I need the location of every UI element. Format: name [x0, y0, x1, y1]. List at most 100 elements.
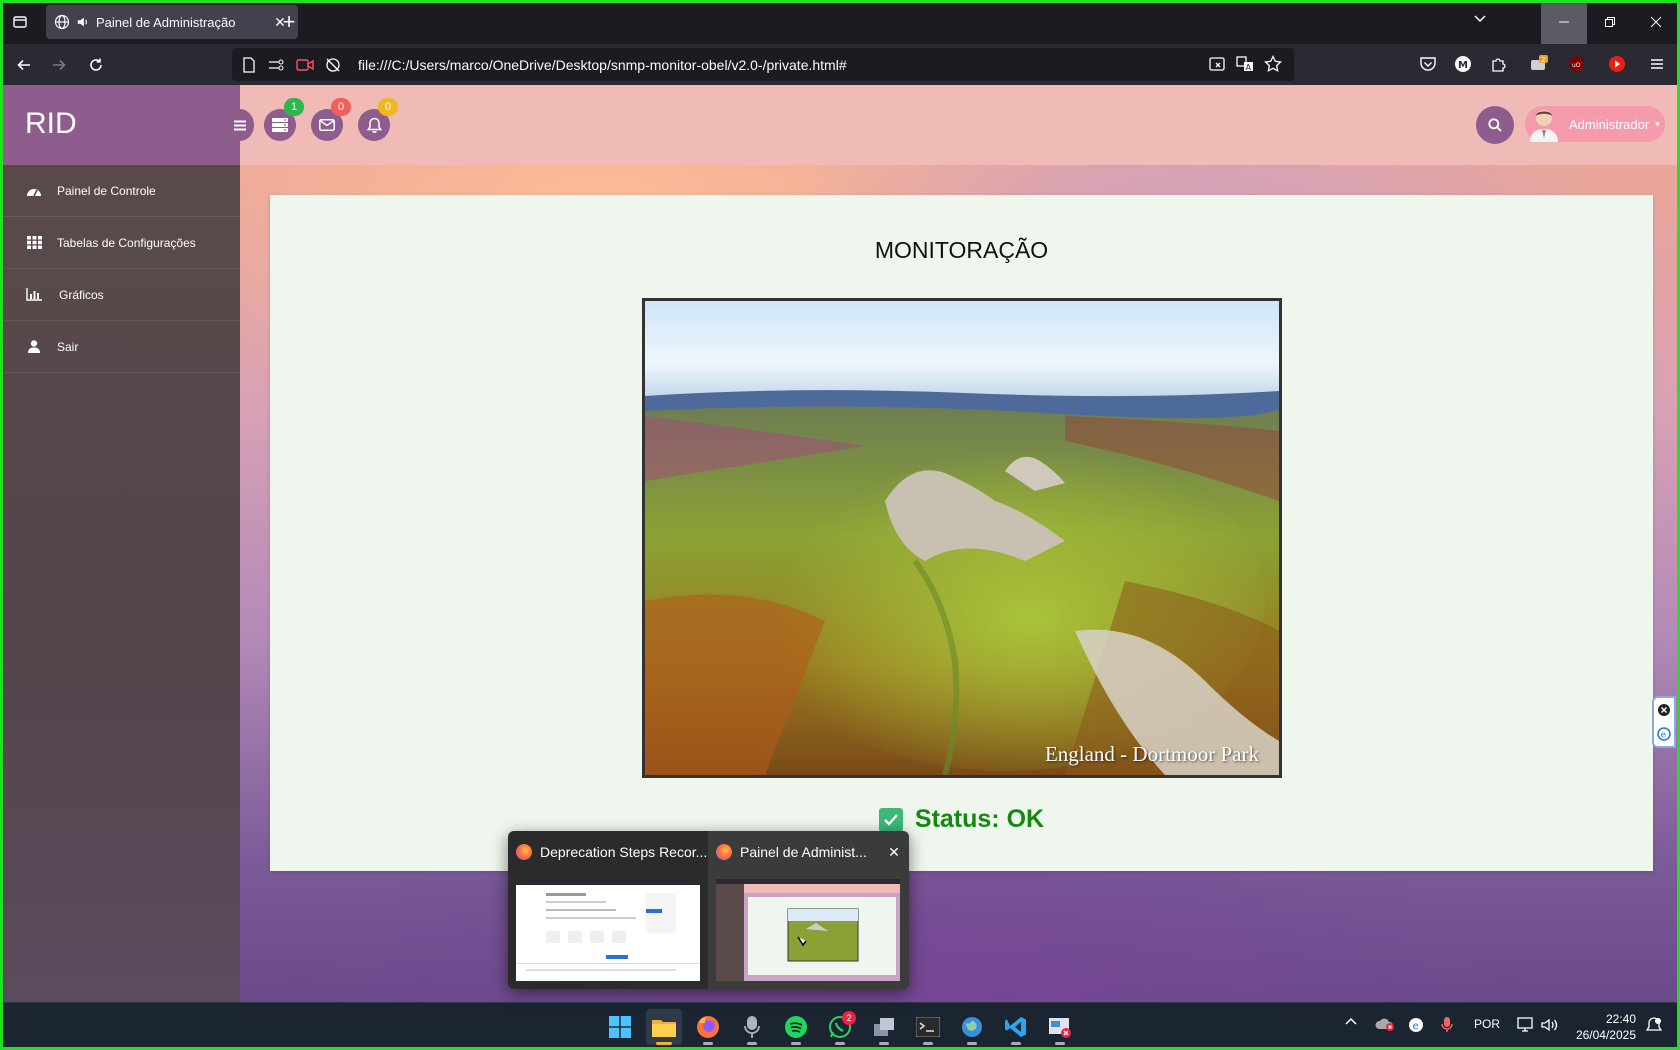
reader-view-icon[interactable]	[1208, 55, 1226, 76]
landscape-image	[645, 301, 1279, 775]
terminal-icon	[916, 1017, 940, 1037]
taskbar-remote-app[interactable]	[1042, 1009, 1078, 1045]
back-button[interactable]	[10, 51, 38, 79]
browser-tab-bar: Painel de Administração ✕ +	[0, 0, 1680, 44]
tasks-button[interactable]: 1	[264, 98, 304, 141]
translate-icon[interactable]: A	[1236, 55, 1254, 76]
user-menu[interactable]: Administrador ▾	[1525, 106, 1665, 142]
tray-language[interactable]: POR	[1474, 1017, 1500, 1031]
new-tab-button[interactable]: +	[278, 8, 300, 36]
restore-button[interactable]	[1587, 0, 1633, 44]
camera-sharing-icon[interactable]	[296, 56, 314, 74]
sidebar: RID Painel de Controle Tabelas de Config…	[3, 85, 240, 1002]
start-button[interactable]	[602, 1009, 638, 1045]
close-icon	[1650, 16, 1662, 28]
taskbar-vscode[interactable]	[998, 1009, 1034, 1045]
brand-logo[interactable]: RID	[3, 85, 240, 165]
sidebar-item-graficos[interactable]: Gráficos	[3, 269, 240, 321]
menu-toggle-button[interactable]	[226, 109, 254, 141]
svg-text:M: M	[1458, 60, 1468, 71]
messages-button[interactable]: 0	[311, 98, 351, 141]
sidebar-item-tabelas[interactable]: Tabelas de Configurações	[3, 217, 240, 269]
thumbnail-window-2[interactable]: Painel de Administ... ✕	[708, 831, 909, 989]
skype-icon: e	[1409, 1018, 1423, 1032]
status-indicator: Status: OK	[270, 805, 1653, 834]
minimize-icon	[1559, 21, 1569, 23]
grid-icon	[25, 235, 43, 251]
close-window-button[interactable]	[1633, 0, 1679, 44]
arrow-left-icon	[17, 59, 30, 71]
chevron-up-icon	[1345, 1017, 1357, 1025]
tray-microphone[interactable]	[1441, 1017, 1453, 1033]
browser-tab-active[interactable]: Painel de Administração ✕	[46, 5, 298, 39]
whatsapp-badge: 2	[842, 1011, 856, 1025]
tray-overflow-chevron[interactable]	[1345, 1017, 1357, 1025]
taskbar-terminal[interactable]	[910, 1009, 946, 1045]
tray-notifications[interactable]	[1646, 1017, 1662, 1035]
tray-network[interactable]	[1517, 1017, 1535, 1033]
reload-button[interactable]	[82, 51, 110, 79]
notifications-button[interactable]: 0	[358, 98, 398, 141]
forward-button[interactable]	[45, 51, 73, 79]
taskbar-whatsapp[interactable]: 2	[822, 1009, 858, 1045]
browser-nav-bar: file:///C:/Users/marco/OneDrive/Desktop/…	[0, 44, 1680, 85]
sidebar-item-label: Sair	[57, 339, 79, 354]
thumbnail-window-1[interactable]: Deprecation Steps Recor...	[508, 831, 708, 989]
windows-taskbar: 2 e POR 22:40 26/04/2025	[0, 1002, 1680, 1050]
microphone-icon	[1441, 1017, 1453, 1032]
firefox-icon	[516, 844, 532, 860]
chevron-down-icon[interactable]	[1472, 10, 1488, 26]
extensions-puzzle-icon[interactable]	[1489, 54, 1509, 74]
minimize-button[interactable]	[1541, 0, 1587, 44]
permissions-icon[interactable]	[268, 56, 286, 74]
tray-onedrive[interactable]	[1375, 1017, 1395, 1031]
search-button[interactable]	[1476, 106, 1514, 144]
taskbar-microphone-app[interactable]	[734, 1009, 770, 1045]
sidebar-menu: Painel de Controle Tabelas de Configuraç…	[3, 165, 240, 373]
tray-skype[interactable]: e	[1408, 1017, 1424, 1033]
folder-icon	[652, 1020, 676, 1037]
taskbar-thumbnail-popup: Deprecation Steps Recor... Painel de Adm	[508, 831, 909, 989]
spotify-icon	[785, 1016, 807, 1038]
monitoring-card: MONITORAÇÃO England - Dortmoor Park Stat…	[270, 195, 1653, 871]
bell-icon	[366, 117, 382, 133]
taskbar-file-explorer[interactable]	[646, 1009, 682, 1045]
edge-side-widget[interactable]: e	[1652, 696, 1676, 748]
tray-clock[interactable]: 22:40 26/04/2025	[1560, 1011, 1636, 1043]
sidebar-item-label: Painel de Controle	[57, 183, 156, 198]
svg-text:e: e	[1413, 1021, 1419, 1032]
svg-text:e: e	[1661, 731, 1667, 741]
taskbar-server-app[interactable]	[866, 1009, 902, 1045]
firefox-icon	[716, 844, 732, 860]
sidebar-item-painel-de-controle[interactable]: Painel de Controle	[3, 165, 240, 217]
downloads-extension-icon[interactable]: 2	[1528, 54, 1548, 74]
thumbnail-preview	[516, 879, 700, 981]
close-thumbnail-icon[interactable]: ✕	[879, 844, 909, 861]
bookmark-star-icon[interactable]	[1264, 54, 1282, 76]
e-extension-icon[interactable]: e	[1657, 727, 1671, 741]
youtube-icon[interactable]	[1607, 54, 1627, 74]
messages-badge: 0	[331, 98, 351, 116]
sidebar-item-sair[interactable]: Sair	[3, 321, 240, 373]
url-text: file:///C:/Users/marco/OneDrive/Desktop/…	[358, 56, 847, 73]
speaker-icon[interactable]	[76, 15, 90, 29]
hamburger-icon	[234, 120, 246, 130]
url-bar[interactable]: file:///C:/Users/marco/OneDrive/Desktop/…	[232, 48, 1294, 81]
tray-volume[interactable]	[1541, 1017, 1559, 1033]
windows-logo-icon	[609, 1016, 631, 1038]
envelope-icon	[319, 119, 335, 131]
tab-list-button[interactable]	[0, 0, 40, 44]
tracking-protection-icon[interactable]	[324, 56, 342, 74]
app-menu-icon[interactable]	[1647, 54, 1667, 74]
ublock-icon[interactable]: uO	[1567, 54, 1587, 74]
taskbar-firefox[interactable]	[690, 1009, 726, 1045]
search-icon	[1488, 118, 1502, 132]
taskbar-globe-app[interactable]	[954, 1009, 990, 1045]
taskbar-spotify[interactable]	[778, 1009, 814, 1045]
svg-text:uO: uO	[1572, 62, 1581, 69]
m-extension-icon[interactable]: M	[1453, 54, 1473, 74]
microphone-icon	[744, 1016, 760, 1038]
pocket-icon[interactable]	[1418, 54, 1438, 74]
close-circle-icon[interactable]	[1657, 703, 1671, 717]
thumbnail-preview	[716, 879, 900, 981]
